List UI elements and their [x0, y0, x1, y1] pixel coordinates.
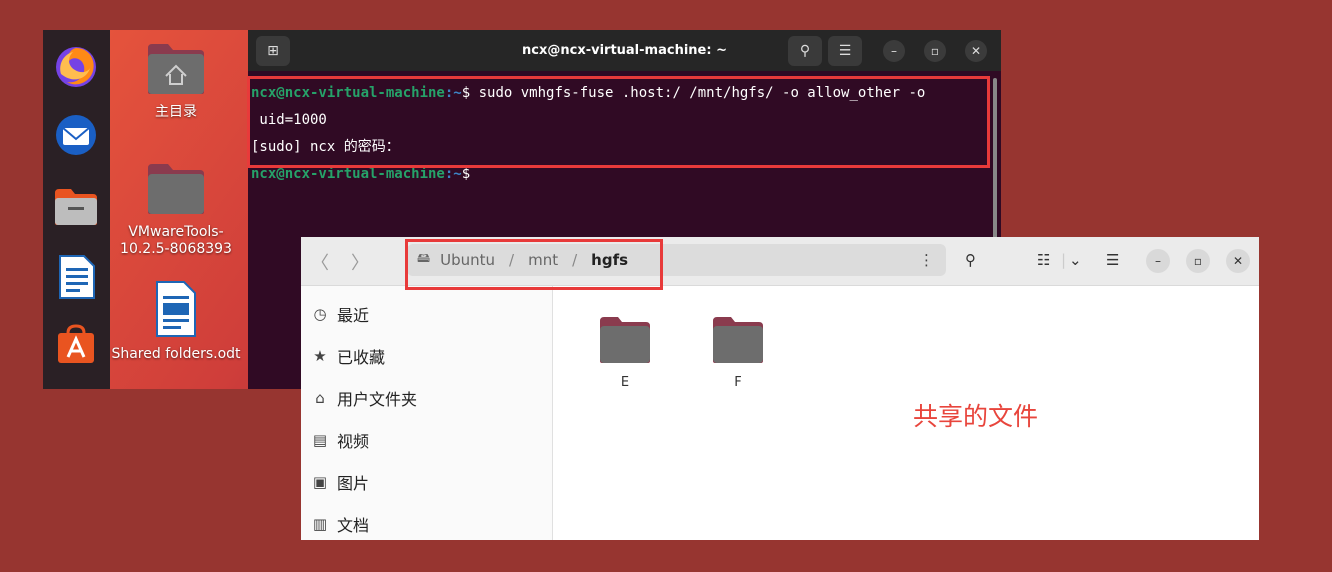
folder-label: E	[620, 375, 630, 390]
files-icon[interactable]	[51, 182, 101, 232]
minimize-icon: –	[891, 44, 897, 58]
minimize-icon: –	[1155, 254, 1161, 268]
path-menu-icon[interactable]: ⋮	[919, 251, 934, 269]
files-minimize-button[interactable]: –	[1146, 249, 1170, 273]
toolbar-divider: |	[1061, 251, 1067, 269]
files-maximize-button[interactable]: ▫	[1186, 249, 1210, 273]
desktop-icon-label: 主目录	[155, 104, 197, 120]
maximize-icon: ▫	[930, 44, 940, 58]
close-icon: ✕	[970, 44, 982, 58]
document-icon	[111, 280, 241, 338]
sidebar-item-label: 用户文件夹	[337, 390, 418, 409]
sidebar-item-pictures[interactable]: ▣ 图片	[311, 470, 369, 494]
sidebar-item-recent[interactable]: ◷ 最近	[311, 302, 369, 326]
home-folder-icon	[111, 42, 241, 96]
terminal-header: ⊞ ncx@ncx-virtual-machine: ~ ⚲ ☰ – ▫ ✕	[248, 30, 1001, 71]
desktop-icon-vmwaretools[interactable]: VMwareTools-10.2.5-8068393	[111, 162, 241, 258]
video-icon: ▤	[312, 431, 328, 449]
new-tab-icon: ⊞	[267, 43, 279, 59]
folder-item-f[interactable]: F	[698, 315, 778, 390]
sidebar-item-label: 图片	[337, 474, 370, 493]
terminal-close-button[interactable]: ✕	[965, 40, 987, 62]
files-close-button[interactable]: ✕	[1226, 249, 1250, 273]
sidebar-item-label: 已收藏	[337, 348, 386, 367]
search-icon: ⚲	[799, 43, 811, 59]
shared-files-annotation: 共享的文件	[913, 402, 1039, 431]
folder-icon	[111, 162, 241, 216]
search-icon[interactable]: ⚲	[965, 251, 976, 269]
terminal-scrollbar[interactable]	[993, 78, 997, 258]
sidebar-item-starred[interactable]: ★ 已收藏	[311, 344, 385, 368]
writer-icon[interactable]	[51, 252, 101, 302]
folder-icon	[585, 315, 665, 365]
terminal-minimize-button[interactable]: –	[883, 40, 905, 62]
files-sidebar: ◷ 最近 ★ 已收藏 ⌂ 用户文件夹 ▤ 视频 ▣ 图片 ▥ 文档	[301, 286, 553, 540]
home-icon: ⌂	[315, 389, 325, 407]
desktop-icon-label: VMwareTools-10.2.5-8068393	[120, 224, 232, 257]
dock	[43, 30, 110, 389]
sidebar-item-label: 文档	[337, 516, 370, 535]
close-icon: ✕	[1232, 254, 1244, 268]
folder-item-e[interactable]: E	[585, 315, 665, 390]
folder-icon	[698, 315, 778, 365]
desktop-icon-label: Shared folders.odt	[111, 346, 241, 362]
terminal-menu-button[interactable]: ☰	[828, 36, 862, 66]
command-highlight-box	[247, 76, 990, 168]
chevron-down-icon[interactable]: ⌄	[1069, 251, 1082, 269]
sidebar-item-label: 最近	[337, 306, 370, 325]
command-text: $	[461, 166, 479, 182]
back-button[interactable]: 〈	[311, 249, 329, 275]
terminal-title: ncx@ncx-virtual-machine: ~	[522, 43, 727, 58]
clock-icon: ◷	[313, 305, 327, 323]
terminal-maximize-button[interactable]: ▫	[924, 40, 946, 62]
menu-icon: ☰	[838, 43, 852, 59]
software-icon[interactable]	[51, 320, 101, 370]
sidebar-item-videos[interactable]: ▤ 视频	[311, 428, 369, 452]
prompt-path: :~	[444, 166, 462, 182]
document-icon: ▥	[312, 515, 328, 533]
desktop-icon-shared-folders[interactable]: Shared folders.odt	[111, 280, 241, 363]
list-view-icon[interactable]: ☷	[1037, 251, 1050, 269]
terminal-search-button[interactable]: ⚲	[788, 36, 822, 66]
thunderbird-icon[interactable]	[51, 110, 101, 160]
menu-icon[interactable]: ☰	[1106, 251, 1119, 269]
forward-button[interactable]: 〉	[351, 249, 369, 275]
sidebar-item-documents[interactable]: ▥ 文档	[311, 512, 369, 536]
prompt-user: ncx@ncx-virtual-machine	[251, 166, 445, 182]
firefox-icon[interactable]	[51, 42, 101, 92]
desktop-icon-home[interactable]: 主目录	[111, 42, 241, 121]
picture-icon: ▣	[312, 473, 328, 491]
sidebar-item-home[interactable]: ⌂ 用户文件夹	[311, 386, 417, 410]
new-tab-button[interactable]: ⊞	[256, 36, 290, 66]
path-highlight-box	[405, 239, 663, 290]
folder-label: F	[734, 375, 742, 390]
maximize-icon: ▫	[1193, 254, 1203, 268]
sidebar-item-label: 视频	[337, 432, 370, 451]
star-icon: ★	[313, 347, 327, 365]
